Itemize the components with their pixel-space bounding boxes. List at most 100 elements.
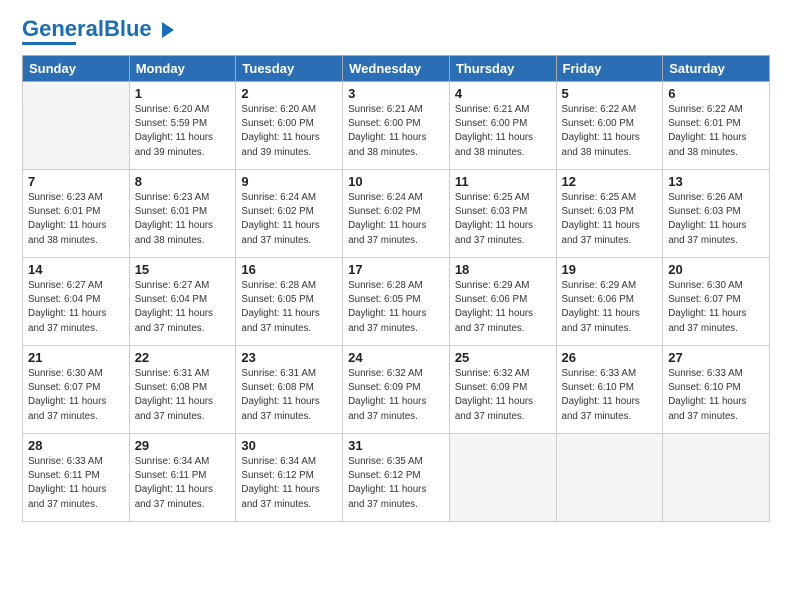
calendar-day-cell: 13 Sunrise: 6:26 AMSunset: 6:03 PMDayligh…	[663, 170, 770, 258]
weekday-header: Monday	[129, 56, 236, 82]
calendar-week-row: 7 Sunrise: 6:23 AMSunset: 6:01 PMDaylight…	[23, 170, 770, 258]
day-number: 13	[668, 174, 764, 189]
day-number: 20	[668, 262, 764, 277]
day-number: 18	[455, 262, 551, 277]
day-info: Sunrise: 6:20 AMSunset: 5:59 PMDaylight:…	[135, 103, 231, 160]
logo-blue: Blue	[104, 16, 152, 41]
day-info: Sunrise: 6:31 AMSunset: 6:08 PMDaylight:…	[135, 367, 231, 424]
calendar-week-row: 14 Sunrise: 6:27 AMSunset: 6:04 PMDayligh…	[23, 258, 770, 346]
day-number: 7	[28, 174, 124, 189]
calendar-day-cell: 22 Sunrise: 6:31 AMSunset: 6:08 PMDayligh…	[129, 346, 236, 434]
calendar-day-cell: 8 Sunrise: 6:23 AMSunset: 6:01 PMDaylight…	[129, 170, 236, 258]
day-info: Sunrise: 6:23 AMSunset: 6:01 PMDaylight:…	[28, 191, 124, 248]
calendar-day-cell	[663, 434, 770, 522]
day-number: 9	[241, 174, 337, 189]
day-number: 12	[562, 174, 658, 189]
day-number: 23	[241, 350, 337, 365]
calendar-week-row: 1 Sunrise: 6:20 AMSunset: 5:59 PMDaylight…	[23, 82, 770, 170]
logo-icon	[154, 18, 176, 40]
calendar-day-cell: 24Sunrise: 6:32 AMSunset: 6:09 PMDayligh…	[343, 346, 450, 434]
day-number: 22	[135, 350, 231, 365]
day-info: Sunrise: 6:33 AMSunset: 6:11 PMDaylight:…	[28, 455, 124, 512]
day-info: Sunrise: 6:29 AMSunset: 6:06 PMDaylight:…	[562, 279, 658, 336]
day-number: 11	[455, 174, 551, 189]
day-number: 31	[348, 438, 444, 453]
calendar-day-cell: 21 Sunrise: 6:30 AMSunset: 6:07 PMDayligh…	[23, 346, 130, 434]
calendar-day-cell: 18 Sunrise: 6:29 AMSunset: 6:06 PMDayligh…	[449, 258, 556, 346]
calendar-day-cell: 12 Sunrise: 6:25 AMSunset: 6:03 PMDayligh…	[556, 170, 663, 258]
logo-general: General	[22, 16, 104, 41]
day-number: 28	[28, 438, 124, 453]
day-number: 16	[241, 262, 337, 277]
day-number: 29	[135, 438, 231, 453]
day-number: 19	[562, 262, 658, 277]
day-number: 15	[135, 262, 231, 277]
calendar-header-row: SundayMondayTuesdayWednesdayThursdayFrid…	[23, 56, 770, 82]
day-info: Sunrise: 6:27 AMSunset: 6:04 PMDaylight:…	[135, 279, 231, 336]
day-number: 3	[348, 86, 444, 101]
day-number: 1	[135, 86, 231, 101]
calendar-day-cell	[556, 434, 663, 522]
day-info: Sunrise: 6:35 AMSunset: 6:12 PMDaylight:…	[348, 455, 444, 512]
day-info: Sunrise: 6:29 AMSunset: 6:06 PMDaylight:…	[455, 279, 551, 336]
day-number: 14	[28, 262, 124, 277]
calendar-day-cell: 6Sunrise: 6:22 AMSunset: 6:01 PMDaylight…	[663, 82, 770, 170]
weekday-header: Saturday	[663, 56, 770, 82]
calendar-week-row: 28 Sunrise: 6:33 AMSunset: 6:11 PMDayligh…	[23, 434, 770, 522]
logo-text: GeneralBlue	[22, 18, 152, 40]
day-info: Sunrise: 6:22 AMSunset: 6:00 PMDaylight:…	[562, 103, 658, 160]
day-number: 4	[455, 86, 551, 101]
calendar-day-cell: 27Sunrise: 6:33 AMSunset: 6:10 PMDayligh…	[663, 346, 770, 434]
day-number: 5	[562, 86, 658, 101]
day-info: Sunrise: 6:28 AMSunset: 6:05 PMDaylight:…	[348, 279, 444, 336]
calendar-day-cell: 25 Sunrise: 6:32 AMSunset: 6:09 PMDayligh…	[449, 346, 556, 434]
calendar-day-cell: 4 Sunrise: 6:21 AMSunset: 6:00 PMDaylight…	[449, 82, 556, 170]
weekday-header: Tuesday	[236, 56, 343, 82]
day-info: Sunrise: 6:28 AMSunset: 6:05 PMDaylight:…	[241, 279, 337, 336]
calendar-day-cell: 1 Sunrise: 6:20 AMSunset: 5:59 PMDaylight…	[129, 82, 236, 170]
calendar-day-cell	[23, 82, 130, 170]
day-info: Sunrise: 6:34 AMSunset: 6:12 PMDaylight:…	[241, 455, 337, 512]
calendar-day-cell: 23 Sunrise: 6:31 AMSunset: 6:08 PMDayligh…	[236, 346, 343, 434]
calendar-day-cell: 26 Sunrise: 6:33 AMSunset: 6:10 PMDayligh…	[556, 346, 663, 434]
logo: GeneralBlue	[22, 18, 176, 45]
logo-underline	[22, 42, 76, 45]
day-number: 26	[562, 350, 658, 365]
calendar-day-cell: 16 Sunrise: 6:28 AMSunset: 6:05 PMDayligh…	[236, 258, 343, 346]
day-number: 24	[348, 350, 444, 365]
page: GeneralBlue SundayMondayTuesdayWednesday…	[0, 0, 792, 612]
calendar-day-cell: 28 Sunrise: 6:33 AMSunset: 6:11 PMDayligh…	[23, 434, 130, 522]
calendar-week-row: 21 Sunrise: 6:30 AMSunset: 6:07 PMDayligh…	[23, 346, 770, 434]
day-info: Sunrise: 6:26 AMSunset: 6:03 PMDaylight:…	[668, 191, 764, 248]
day-info: Sunrise: 6:20 AMSunset: 6:00 PMDaylight:…	[241, 103, 337, 160]
day-info: Sunrise: 6:24 AMSunset: 6:02 PMDaylight:…	[241, 191, 337, 248]
calendar-table: SundayMondayTuesdayWednesdayThursdayFrid…	[22, 55, 770, 522]
day-number: 25	[455, 350, 551, 365]
day-info: Sunrise: 6:30 AMSunset: 6:07 PMDaylight:…	[28, 367, 124, 424]
day-number: 10	[348, 174, 444, 189]
calendar-day-cell: 17 Sunrise: 6:28 AMSunset: 6:05 PMDayligh…	[343, 258, 450, 346]
day-info: Sunrise: 6:24 AMSunset: 6:02 PMDaylight:…	[348, 191, 444, 248]
calendar-day-cell: 2Sunrise: 6:20 AMSunset: 6:00 PMDaylight…	[236, 82, 343, 170]
day-info: Sunrise: 6:23 AMSunset: 6:01 PMDaylight:…	[135, 191, 231, 248]
day-number: 21	[28, 350, 124, 365]
weekday-header: Sunday	[23, 56, 130, 82]
day-number: 27	[668, 350, 764, 365]
calendar-day-cell: 19 Sunrise: 6:29 AMSunset: 6:06 PMDayligh…	[556, 258, 663, 346]
day-info: Sunrise: 6:33 AMSunset: 6:10 PMDaylight:…	[562, 367, 658, 424]
day-info: Sunrise: 6:21 AMSunset: 6:00 PMDaylight:…	[348, 103, 444, 160]
weekday-header: Thursday	[449, 56, 556, 82]
calendar-day-cell: 5 Sunrise: 6:22 AMSunset: 6:00 PMDaylight…	[556, 82, 663, 170]
weekday-header: Friday	[556, 56, 663, 82]
calendar-day-cell: 31 Sunrise: 6:35 AMSunset: 6:12 PMDayligh…	[343, 434, 450, 522]
calendar-day-cell: 9 Sunrise: 6:24 AMSunset: 6:02 PMDaylight…	[236, 170, 343, 258]
day-info: Sunrise: 6:31 AMSunset: 6:08 PMDaylight:…	[241, 367, 337, 424]
day-info: Sunrise: 6:25 AMSunset: 6:03 PMDaylight:…	[562, 191, 658, 248]
day-number: 8	[135, 174, 231, 189]
day-info: Sunrise: 6:34 AMSunset: 6:11 PMDaylight:…	[135, 455, 231, 512]
calendar-day-cell: 29 Sunrise: 6:34 AMSunset: 6:11 PMDayligh…	[129, 434, 236, 522]
day-number: 17	[348, 262, 444, 277]
day-info: Sunrise: 6:32 AMSunset: 6:09 PMDaylight:…	[455, 367, 551, 424]
calendar-day-cell: 11Sunrise: 6:25 AMSunset: 6:03 PMDayligh…	[449, 170, 556, 258]
day-info: Sunrise: 6:21 AMSunset: 6:00 PMDaylight:…	[455, 103, 551, 160]
